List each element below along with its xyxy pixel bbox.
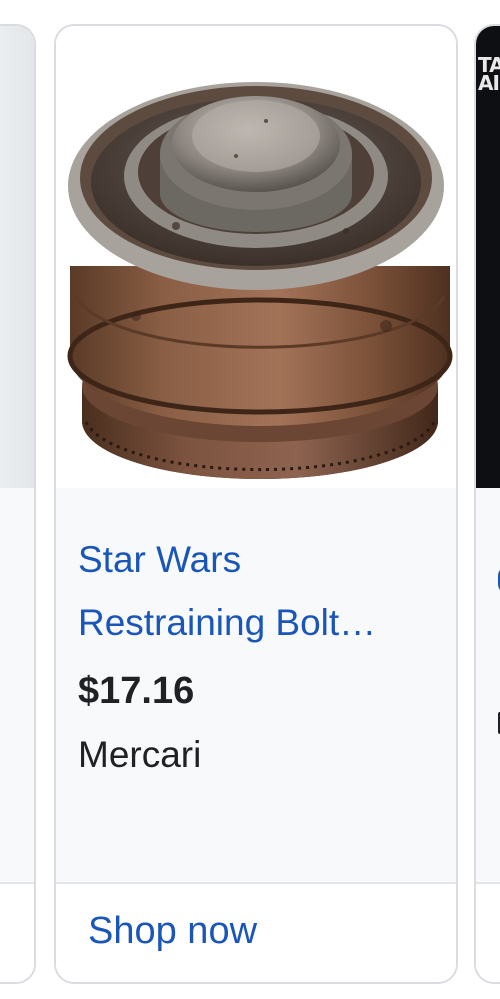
next-product-card[interactable]: TA AI <box>474 24 500 984</box>
merchant-name: Mercari <box>78 734 202 775</box>
next-product-image[interactable]: TA AI <box>476 26 500 488</box>
shopping-carousel: Star Wars Restraining Bolt… $17.16 Merca… <box>0 0 500 999</box>
previous-product-image[interactable] <box>0 26 34 488</box>
previous-product-card[interactable] <box>0 24 36 984</box>
next-product-image-text: TA AI <box>478 53 500 95</box>
previous-product-info <box>0 488 34 882</box>
shop-now-link[interactable]: Shop now <box>88 908 257 954</box>
restraining-bolt-image <box>67 82 453 479</box>
product-image[interactable] <box>56 26 456 488</box>
product-card-footer: Shop now <box>56 882 456 982</box>
next-product-footer <box>476 882 500 982</box>
previous-product-footer <box>0 882 34 982</box>
product-price: $17.16 <box>78 670 195 712</box>
product-card[interactable]: Star Wars Restraining Bolt… $17.16 Merca… <box>54 24 458 984</box>
product-info: Star Wars Restraining Bolt… $17.16 Merca… <box>56 488 456 882</box>
next-product-info <box>476 488 500 882</box>
product-title-link[interactable]: Star Wars Restraining Bolt… <box>78 528 438 654</box>
